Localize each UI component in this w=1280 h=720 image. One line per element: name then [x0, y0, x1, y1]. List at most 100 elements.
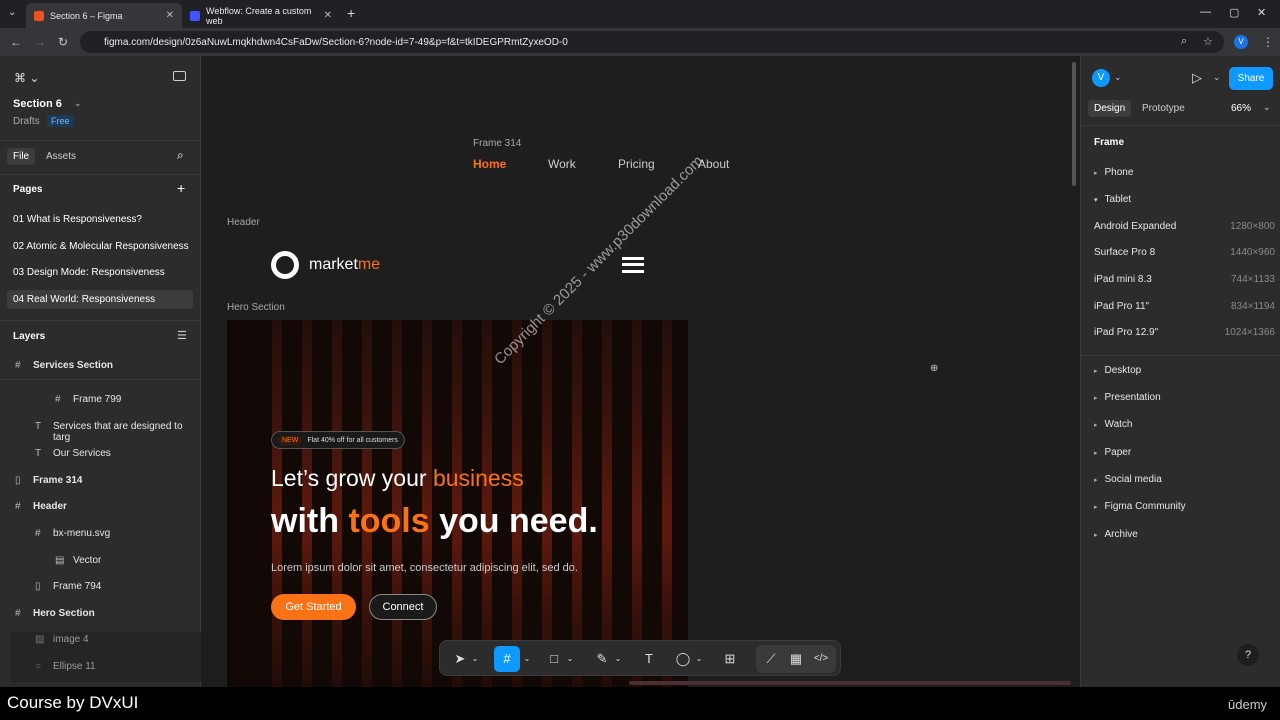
hamburger-menu-icon[interactable]	[622, 257, 644, 273]
chevron-down-icon[interactable]: ⌄	[1114, 72, 1122, 83]
present-play-icon[interactable]: ▷	[1192, 70, 1202, 86]
text-tool-icon[interactable]: T	[639, 649, 659, 669]
move-tool-icon[interactable]: ➤	[450, 649, 470, 669]
preset-item[interactable]: iPad Pro 11" 834×1194	[1081, 301, 1280, 315]
preset-group-paper[interactable]: ▸ Paper	[1094, 447, 1131, 458]
preset-group-social-media[interactable]: ▸ Social media	[1094, 474, 1162, 485]
search-icon[interactable]: ⌕	[177, 148, 184, 163]
close-tab-icon[interactable]: ✕	[324, 10, 332, 21]
nav-home[interactable]: Home	[473, 157, 506, 171]
chevron-down-icon: ▾	[1094, 197, 1098, 204]
layer-row[interactable]: Frame 314	[33, 475, 82, 486]
chevron-down-icon[interactable]: ⌄	[470, 649, 480, 669]
tab-design[interactable]: Design	[1088, 100, 1132, 117]
layers-list-icon[interactable]: ☰	[177, 329, 187, 342]
preset-group-desktop[interactable]: ▸ Desktop	[1094, 365, 1141, 376]
chevron-down-icon[interactable]: ⌄	[522, 649, 532, 669]
panel-toggle-icon[interactable]	[173, 71, 186, 81]
design-canvas[interactable]: Frame 314 Home Work Pricing About Header…	[201, 56, 1080, 687]
share-button[interactable]: Share	[1229, 67, 1273, 90]
user-avatar[interactable]: V	[1092, 69, 1110, 87]
tab-file[interactable]: File	[7, 148, 36, 165]
file-name-chevron-icon[interactable]: ⌄	[74, 98, 82, 109]
figma-menu-icon[interactable]: ⌘ ⌄	[14, 71, 39, 85]
preset-item[interactable]: iPad mini 8.3 744×1133	[1081, 274, 1280, 288]
chevron-down-icon[interactable]: ⌄	[1213, 72, 1221, 83]
layer-row[interactable]: Frame 799	[73, 394, 121, 405]
page-item[interactable]: 03 Design Mode: Responsiveness	[13, 267, 165, 278]
tab-assets[interactable]: Assets	[46, 151, 76, 162]
minimize-icon[interactable]: —	[1200, 6, 1211, 18]
pen-tool-icon[interactable]: ✎	[592, 649, 612, 669]
preset-group-figma-community[interactable]: ▸ Figma Community	[1094, 501, 1186, 512]
frame-label[interactable]: Hero Section	[227, 302, 285, 313]
tab-prototype[interactable]: Prototype	[1142, 103, 1185, 114]
chevron-down-icon[interactable]: ⌄	[565, 649, 575, 669]
horizontal-scrollbar[interactable]	[629, 681, 1071, 685]
help-button[interactable]: ?	[1237, 644, 1259, 666]
maximize-icon[interactable]: ▢	[1229, 6, 1239, 19]
forward-icon[interactable]: →	[34, 35, 46, 49]
chevron-right-icon: ▸	[1094, 450, 1098, 457]
layer-row[interactable]: Services Section	[33, 360, 113, 371]
actions-icon[interactable]: ⊞	[720, 649, 740, 669]
hero-section[interactable]: NEW Flat 40% off for all customers Let’s…	[227, 320, 688, 687]
zoom-icon[interactable]: ⌕	[1181, 35, 1187, 48]
chevron-down-icon[interactable]: ⌄	[613, 649, 623, 669]
design-mode-icon[interactable]: ▦	[786, 649, 806, 669]
browser-menu-icon[interactable]: ⋮	[1262, 35, 1274, 49]
vertical-scrollbar[interactable]	[1072, 62, 1076, 186]
profile-avatar[interactable]: V	[1234, 35, 1248, 49]
nav-pricing[interactable]: Pricing	[618, 157, 655, 171]
layer-row[interactable]: Vector	[73, 555, 101, 566]
layer-row[interactable]: image 4	[53, 634, 89, 645]
layer-row[interactable]: bx-menu.svg	[53, 528, 110, 539]
preset-group-watch[interactable]: ▸ Watch	[1094, 419, 1132, 430]
reload-icon[interactable]: ↻	[58, 35, 68, 49]
tab-search-button[interactable]: ⌄	[8, 7, 16, 18]
layer-row[interactable]: Services that are designed to targ	[53, 421, 200, 443]
preset-item[interactable]: iPad Pro 12.9" 1024×1366	[1081, 327, 1280, 341]
draw-mode-icon[interactable]: ⟋	[761, 649, 781, 669]
page-item[interactable]: 04 Real World: Responsiveness	[13, 294, 155, 305]
preset-group-archive[interactable]: ▸ Archive	[1094, 529, 1138, 540]
layer-row[interactable]: Ellipse 11	[53, 661, 96, 672]
nav-work[interactable]: Work	[548, 157, 576, 171]
back-icon[interactable]: ←	[10, 35, 22, 49]
get-started-button[interactable]: Get Started	[271, 594, 356, 620]
tab-figma[interactable]: Section 6 – Figma ✕	[26, 3, 182, 28]
page-item[interactable]: 01 What is Responsiveness?	[13, 214, 142, 225]
page-item[interactable]: 02 Atomic & Molecular Responsiveness	[13, 241, 189, 252]
close-window-icon[interactable]: ✕	[1257, 6, 1266, 19]
file-name[interactable]: Section 6	[13, 98, 62, 110]
zoom-level[interactable]: 66%	[1231, 103, 1251, 114]
bookmark-star-icon[interactable]: ☆	[1203, 35, 1213, 48]
chevron-right-icon: ▸	[1094, 504, 1098, 511]
layer-row[interactable]: Our Services	[53, 448, 111, 459]
preset-group-presentation[interactable]: ▸ Presentation	[1094, 392, 1161, 403]
tab-webflow[interactable]: Webflow: Create a custom web ✕	[182, 3, 340, 28]
frame-label[interactable]: Header	[227, 217, 260, 228]
new-tab-button[interactable]: +	[347, 5, 355, 21]
comment-tool-icon[interactable]: ◯	[673, 649, 693, 669]
chevron-down-icon[interactable]: ⌄	[1263, 102, 1271, 113]
layer-row[interactable]: Frame 794	[53, 581, 101, 592]
rectangle-tool-icon[interactable]: □	[544, 649, 564, 669]
frame-tool-icon[interactable]: #	[494, 646, 520, 672]
connect-button[interactable]: Connect	[369, 594, 437, 620]
chevron-down-icon[interactable]: ⌄	[694, 649, 704, 669]
preset-item[interactable]: Surface Pro 8 1440×960	[1081, 247, 1280, 261]
url-input[interactable]: figma.com/design/0z6aNuwLmqkhdwn4CsFaDw/…	[80, 31, 1224, 53]
preset-group-tablet[interactable]: ▾ Tablet	[1094, 194, 1131, 205]
frame-label[interactable]: Frame 314	[473, 138, 521, 149]
close-tab-icon[interactable]: ✕	[166, 10, 174, 21]
chevron-right-icon: ▸	[1094, 395, 1098, 402]
add-page-icon[interactable]: +	[177, 180, 185, 196]
hero-heading-line1: Let’s grow your business	[271, 465, 524, 491]
preset-item[interactable]: Android Expanded 1280×800	[1081, 221, 1280, 235]
layer-row[interactable]: Hero Section	[33, 608, 95, 619]
frame-icon: #	[55, 394, 61, 405]
preset-group-phone[interactable]: ▸ Phone	[1094, 167, 1133, 178]
layer-row[interactable]: Header	[33, 501, 67, 512]
dev-mode-icon[interactable]: </>	[811, 649, 831, 669]
